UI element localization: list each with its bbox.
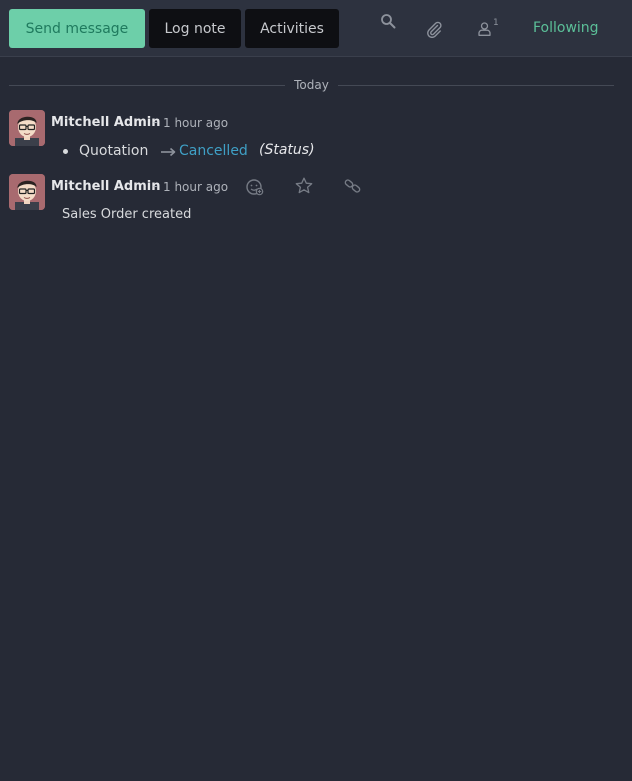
followers-count: 1 xyxy=(493,18,499,28)
send-message-button[interactable]: Send message xyxy=(9,9,145,48)
search-icon[interactable] xyxy=(378,11,398,31)
tracking-old-value: Quotation xyxy=(79,143,149,159)
following-button[interactable]: Following xyxy=(533,20,599,36)
add-reaction-icon[interactable] xyxy=(245,177,265,197)
message-timestamp: 1 hour ago xyxy=(163,180,229,194)
avatar[interactable] xyxy=(9,174,45,210)
date-separator: Today xyxy=(294,78,329,92)
tracking-new-value: Cancelled xyxy=(179,143,248,159)
star-icon[interactable] xyxy=(294,176,314,196)
activities-button[interactable]: Activities xyxy=(245,9,339,48)
link-icon[interactable] xyxy=(343,176,363,196)
paperclip-icon[interactable] xyxy=(424,19,444,39)
tracking-field-label: (Status) xyxy=(259,142,315,158)
date-separator-line-right xyxy=(338,85,614,86)
message-body: Sales Order created xyxy=(62,207,192,222)
author-time-separator: - xyxy=(153,115,158,129)
message-author[interactable]: Mitchell Admin xyxy=(51,115,160,130)
tracking-bullet xyxy=(63,149,68,154)
avatar[interactable] xyxy=(9,110,45,146)
chatter-panel: Send message Log note Activities 1 Follo… xyxy=(0,0,632,781)
message-timestamp: 1 hour ago xyxy=(163,116,229,130)
message-author[interactable]: Mitchell Admin xyxy=(51,179,160,194)
user-icon[interactable] xyxy=(476,20,492,38)
log-note-button[interactable]: Log note xyxy=(149,9,241,48)
chatter-topbar: Send message Log note Activities 1 Follo… xyxy=(0,0,632,57)
author-time-separator: - xyxy=(153,179,158,193)
long-arrow-right-icon xyxy=(160,144,176,158)
date-separator-line-left xyxy=(9,85,285,86)
